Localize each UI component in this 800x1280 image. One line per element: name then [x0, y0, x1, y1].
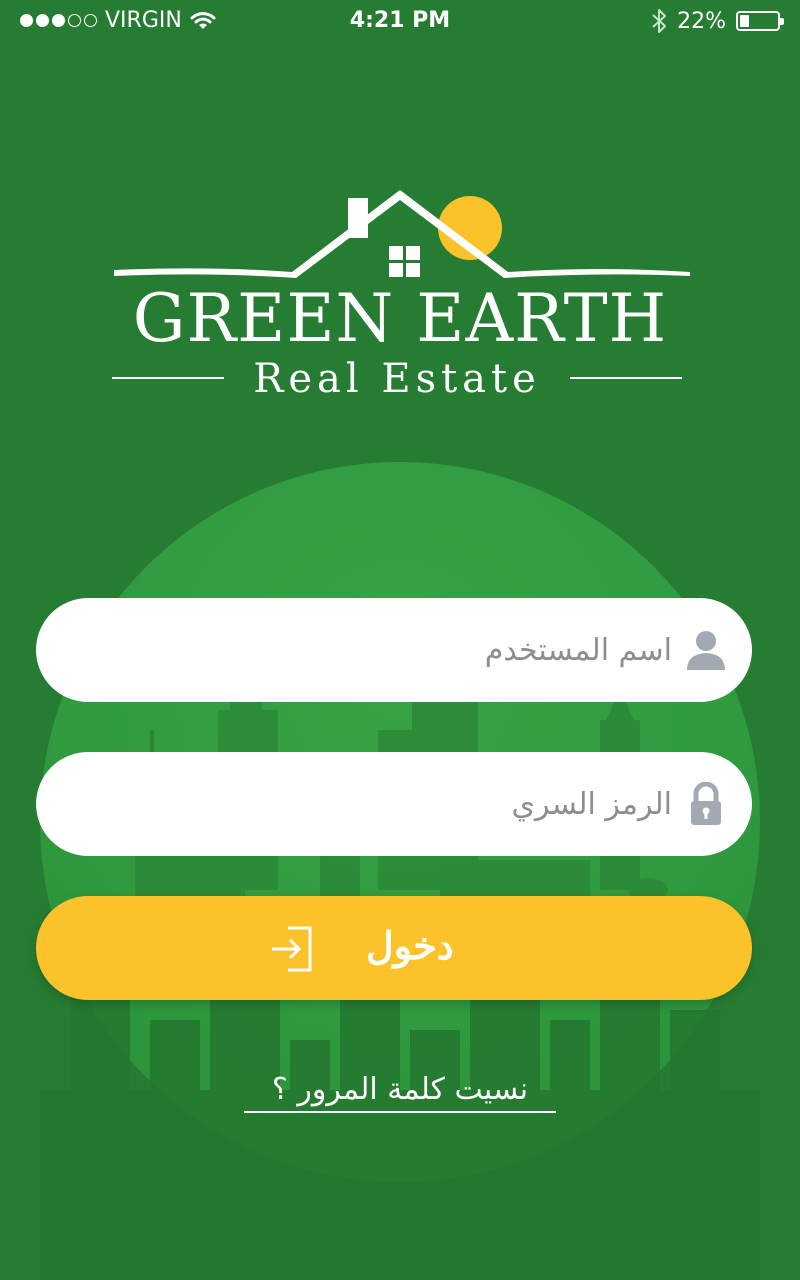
status-bar: VIRGIN 4:21 PM 22% — [0, 0, 800, 44]
tagline-row: Real Estate — [112, 356, 682, 406]
sign-in-icon — [272, 926, 312, 972]
house-roof-logo-icon — [114, 190, 690, 278]
app-logo: GREEN EARTH Real Estate — [100, 180, 700, 410]
password-field[interactable] — [36, 752, 752, 856]
lock-icon — [691, 782, 721, 825]
battery-icon — [736, 11, 784, 31]
user-icon — [687, 631, 725, 670]
password-input[interactable] — [76, 752, 672, 856]
status-right: 22% — [651, 8, 784, 34]
bluetooth-icon — [652, 9, 667, 33]
username-input[interactable] — [76, 598, 672, 702]
login-button[interactable]: دخول — [36, 896, 752, 1000]
login-label: دخول — [366, 926, 454, 968]
username-field[interactable] — [36, 598, 752, 702]
battery-percent: 22% — [677, 8, 726, 34]
forgot-password-link[interactable]: نسيت كلمة المرور ؟ — [244, 1072, 556, 1113]
brand-name: GREEN EARTH — [132, 280, 668, 357]
brand-tagline: Real Estate — [253, 356, 541, 402]
